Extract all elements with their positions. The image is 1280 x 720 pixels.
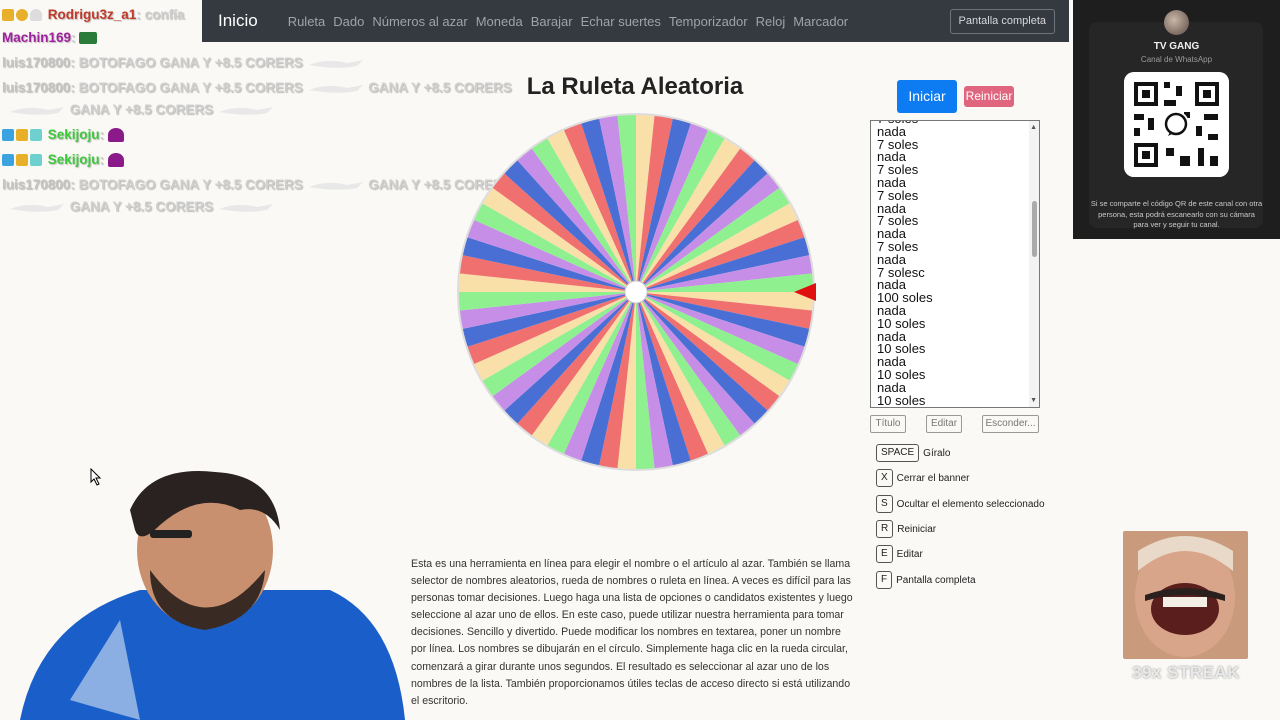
qr-code-icon [1124,72,1229,177]
chat-message: GANA Y +8.5 CORERS [69,199,214,214]
shortcut-key: SPACE [876,444,920,462]
chat-line: Machin169: [2,30,99,45]
nav-brand-inicio[interactable]: Inicio [218,11,258,31]
description-text: Esta es una herramienta en línea para el… [411,558,853,707]
goose-emote-icon [218,107,273,116]
scroll-thumb[interactable] [1032,201,1037,257]
channel-subtitle: Canal de WhatsApp [1140,55,1213,64]
emote-icon [107,128,124,143]
sword-badge-icon [2,129,14,142]
shortcut-x: X Cerrar el banner [876,469,969,487]
page-title: La Ruleta Aleatoria [526,73,744,100]
chat-username: luis170800 [2,80,71,95]
nav-links: Ruleta Dado Números al azar Moneda Baraj… [284,14,852,29]
shortcut-label: Cerrar el banner [896,472,970,484]
nav-link-temporizador[interactable]: Temporizador [665,14,752,29]
option-line: 10 soles [877,392,926,408]
chat-line: luis170800: BOTOFAGO GANA Y +8.5 CORERS [2,55,365,70]
scroll-up-icon[interactable]: ▲ [1030,124,1037,131]
scrollbar[interactable]: ▲ ▼ [1029,121,1039,407]
channel-qr-note: Si se comparte el código QR de este cana… [1090,199,1263,229]
options-list: 7 solesnada7 solesnada7 solesnada7 soles… [877,121,933,408]
goose-emote-icon [218,204,273,213]
roulette-wheel[interactable] [455,111,817,473]
shortcut-key: S [876,495,893,513]
scroll-down-icon[interactable]: ▼ [1030,397,1037,404]
shortcut-label: Editar [896,548,923,560]
chat-line: GANA Y +8.5 CORERS [8,199,275,214]
nav-link-marcador[interactable]: Marcador [789,14,852,29]
nav-link-reloj[interactable]: Reloj [752,14,790,29]
reset-button[interactable]: Reiniciar [964,86,1014,107]
chat-username: luis170800 [2,177,71,192]
shortcut-f: F Pantalla completa [876,571,976,589]
chat-username: Rodrigu3z_a1 [47,7,137,22]
chat-message: GANA Y +8.5 CORERS [69,102,214,117]
wheel-hub [624,280,648,304]
laughing-meme-image [1123,531,1248,659]
streak-counter: 39x STREAK [1132,663,1240,682]
nav-link-numeros[interactable]: Números al azar [368,14,471,29]
chat-line: luis170800: BOTOFAGO GANA Y +8.5 CORERS … [2,177,512,192]
shortcut-label: Gíralo [923,447,951,459]
nav-link-barajar[interactable]: Barajar [527,14,577,29]
chat-message: confía [144,7,185,22]
hide-button[interactable]: Esconder... [982,415,1039,433]
chat-message: BOTOFAGO GANA Y +8.5 CORERS [78,177,303,192]
mouse-cursor-icon [90,468,102,486]
fullscreen-button[interactable]: Pantalla completa [949,9,1055,34]
streamer-webcam [20,471,405,720]
chat-line: luis170800: BOTOFAGO GANA Y +8.5 CORERS … [2,80,512,95]
chat-message: BOTOFAGO GANA Y +8.5 CORERS [78,55,303,70]
crown-badge-icon [16,154,28,167]
info-badge-icon [16,9,28,22]
chat-line: GANA Y +8.5 CORERS [8,102,275,117]
goose-emote-icon [308,60,363,69]
shortcut-key: R [876,520,894,538]
shortcut-key: F [876,571,893,589]
chat-username: luis170800 [2,55,71,70]
channel-avatar [1164,10,1189,35]
chat-message: BOTOFAGO GANA Y +8.5 CORERS [78,80,303,95]
goose-emote-icon [10,107,64,116]
top-navbar: Inicio Ruleta Dado Números al azar Moned… [202,0,1069,42]
chat-line: Sekijoju: [2,127,126,143]
sub-badge-icon [30,154,42,167]
chat-line: Sekijoju: [2,152,126,168]
channel-title: TV GANG [1153,41,1200,52]
shortcut-key: X [876,469,893,487]
nav-link-echar-suertes[interactable]: Echar suertes [577,14,665,29]
emote-icon [107,153,124,168]
shortcut-label: Reiniciar [897,523,937,535]
shortcut-label: Ocultar el elemento seleccionado [896,498,1045,510]
sub-badge-icon [30,129,42,142]
crown-badge-icon [16,129,28,142]
chat-line: Rodrigu3z_a1: confía [2,7,184,22]
wheel-canvas[interactable] [455,111,817,473]
options-textarea[interactable]: 7 solesnada7 solesnada7 solesnada7 soles… [870,120,1040,408]
nav-link-ruleta[interactable]: Ruleta [284,14,330,29]
chat-username: Machin169 [2,30,72,45]
shortcut-e: E Editar [876,545,923,563]
nav-link-dado[interactable]: Dado [329,14,368,29]
chat-username: Sekijoju [47,152,100,167]
title-button[interactable]: Título [870,415,906,433]
chat-username: Sekijoju [47,127,100,142]
edit-button[interactable]: Editar [926,415,962,433]
lock-badge-icon [30,9,42,22]
emote-icon [79,32,98,45]
start-button[interactable]: Iniciar [897,80,957,113]
shortcut-s: S Ocultar el elemento seleccionado [876,495,1045,513]
goose-emote-icon [308,182,363,191]
goose-emote-icon [10,204,64,213]
sword-badge-icon [2,154,14,167]
nav-link-moneda[interactable]: Moneda [472,14,527,29]
shortcut-label: Pantalla completa [896,574,976,586]
shortcut-key: E [876,545,893,563]
shortcut-r: R Reiniciar [876,520,936,538]
goose-emote-icon [308,85,363,94]
shortcut-space: SPACE Gíralo [876,444,950,462]
crown-badge-icon [2,9,14,22]
